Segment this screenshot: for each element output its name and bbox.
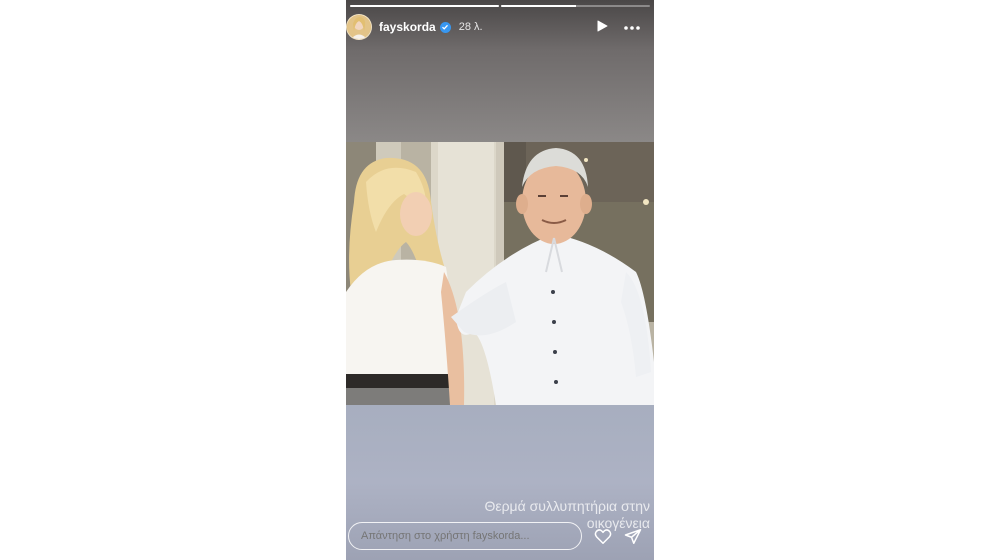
reply-bar bbox=[346, 516, 654, 560]
progress-segment-1 bbox=[350, 5, 499, 7]
story-viewer[interactable]: fayskorda 28 λ. Θερμά συλλυπητήρια στην … bbox=[346, 0, 654, 560]
story-photo bbox=[346, 142, 654, 405]
progress-segment-2 bbox=[501, 5, 650, 7]
story-header: fayskorda 28 λ. bbox=[346, 14, 654, 40]
heart-icon[interactable] bbox=[594, 528, 612, 550]
play-icon[interactable] bbox=[597, 20, 608, 32]
header-actions bbox=[597, 20, 640, 32]
send-icon[interactable] bbox=[624, 528, 642, 550]
avatar[interactable] bbox=[346, 14, 372, 40]
progress-bars bbox=[350, 5, 650, 7]
timestamp: 28 λ. bbox=[458, 21, 483, 33]
reply-input[interactable] bbox=[348, 522, 582, 550]
more-icon[interactable] bbox=[624, 20, 640, 32]
verified-icon bbox=[439, 21, 451, 33]
username[interactable]: fayskorda bbox=[379, 20, 436, 34]
